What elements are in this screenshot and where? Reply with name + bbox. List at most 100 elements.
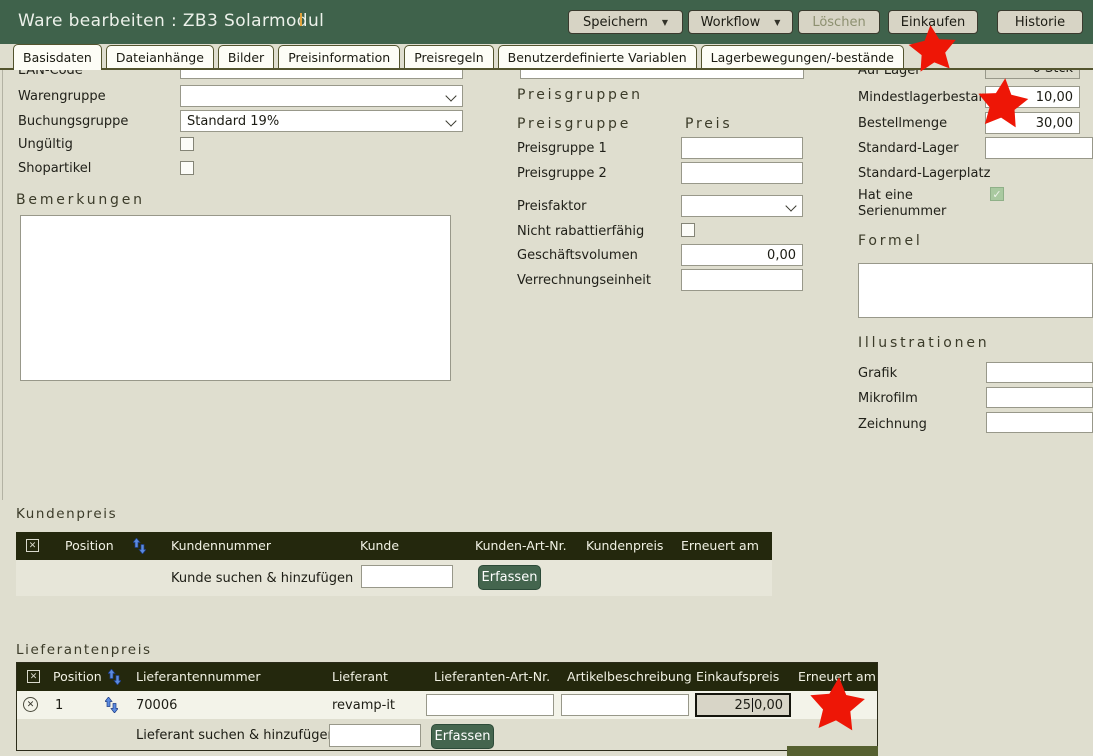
hat-serienummer-label-line2: Serienummer [858,204,946,219]
tab-preisinformation[interactable]: Preisinformation [278,45,400,68]
lieferantenpreis-col-position: Position [53,669,102,684]
workflow-button[interactable]: Workflow ▼ [688,10,793,34]
preisgruppe1-label: Preisgruppe 1 [517,141,607,156]
shopartikel-label: Shopartikel [18,161,91,176]
einkaufen-button-label: Einkaufen [901,15,965,30]
preisgruppe2-input[interactable] [681,162,803,184]
nicht-rabattierfaehig-label: Nicht rabattierfähig [517,224,644,239]
kundenpreis-col-kundennummer: Kundennummer [171,538,271,553]
hat-serienummer-checkbox[interactable] [990,187,1004,201]
cutoff-table-fragment [787,746,878,756]
loeschen-button: Löschen [798,10,880,34]
formel-heading: Formel [858,233,923,249]
lieferant-suchen-input[interactable] [329,724,421,747]
speichern-button[interactable]: Speichern ▼ [568,10,683,34]
tab-bilder[interactable]: Bilder [218,45,274,68]
bestellmenge-label: Bestellmenge [858,116,947,131]
tab-lagerbewegungen[interactable]: Lagerbewegungen/-bestände [701,45,904,68]
tab-preisregeln[interactable]: Preisregeln [404,45,493,68]
speichern-button-label: Speichern [583,15,648,30]
preisgruppe2-label: Preisgruppe 2 [517,166,607,181]
bemerkungen-heading: Bemerkungen [16,192,145,208]
tab-dateianhaenge[interactable]: Dateianhänge [106,45,214,68]
buchungsgruppe-label: Buchungsgruppe [18,114,128,129]
dropdown-arrow-icon[interactable]: ▼ [774,18,780,27]
kundenpreis-col-kundenpreis: Kundenpreis [586,538,663,553]
lieferantenpreis-col-erneuert-am: Erneuert am [798,669,876,684]
loeschen-button-label: Löschen [812,15,865,30]
shopartikel-checkbox[interactable] [180,161,194,175]
chevron-down-icon [445,90,456,101]
kunde-suchen-label: Kunde suchen & hinzufügen [171,571,353,586]
bemerkungen-textarea[interactable] [20,215,451,381]
tab-strip: Basisdaten Dateianhänge Bilder Preisinfo… [0,44,1093,70]
lieferantenpreis-table-row: ✕ 1 70006 revamp-it 25 0,00 [17,691,877,719]
lieferantenpreis-col-lieferant: Lieferant [332,669,388,684]
lieferantenpreis-col-lieferantennummer: Lieferantennummer [136,669,260,684]
preisgruppe1-input[interactable] [681,137,803,159]
row-lieferantennummer: 70006 [136,698,177,713]
text-cursor [752,698,753,712]
chevron-down-icon [445,115,456,126]
dropdown-arrow-icon[interactable]: ▼ [662,18,668,27]
tab-basisdaten[interactable]: Basisdaten [13,44,102,70]
sort-arrows-icon[interactable] [108,669,121,685]
row-lieferanten-art-nr-input[interactable] [426,694,554,716]
grafik-label: Grafik [858,366,897,381]
sort-arrows-icon[interactable] [105,697,118,713]
delete-row-icon[interactable]: ✕ [23,697,38,712]
page-title: Ware bearbeiten : ZB3 Solarmodul [18,11,324,31]
historie-button[interactable]: Historie [997,10,1083,34]
row-position: 1 [55,698,63,713]
formel-textarea[interactable] [858,263,1093,318]
verrechnungseinheit-input[interactable] [681,269,803,291]
zeichnung-label: Zeichnung [858,417,927,432]
tab-benutzerdefinierte-variablen[interactable]: Benutzerdefinierte Variablen [498,45,697,68]
lieferantenpreis-table: ✕ Position Lieferantennummer Lieferant L… [16,662,878,751]
geschaeftsvolumen-label: Geschäftsvolumen [517,248,638,263]
buchungsgruppe-value: Standard 19% [187,114,279,129]
lieferantenpreis-heading: Lieferantenpreis [16,642,152,658]
delete-all-icon[interactable]: ✕ [26,539,39,552]
row-einkaufspreis-input[interactable]: 25 0,00 [695,693,791,717]
mikrofilm-input[interactable] [986,387,1093,408]
mindestlagerbestand-label: Mindestlagerbestand [858,90,995,105]
preisfaktor-select[interactable] [681,195,803,217]
hat-serienummer-label-line1: Hat eine [858,188,913,203]
nicht-rabattierfaehig-checkbox[interactable] [681,223,695,237]
kundenpreis-col-kunde: Kunde [360,538,399,553]
ungueltig-label: Ungültig [18,137,73,152]
kundenpreis-col-erneuert-am: Erneuert am [681,538,759,553]
zeichnung-input[interactable] [986,412,1093,433]
grafik-input[interactable] [986,362,1093,383]
ungueltig-checkbox[interactable] [180,137,194,151]
historie-button-label: Historie [1015,15,1065,30]
preisgruppe-column-header: Preisgruppe [517,116,631,132]
sort-arrows-icon[interactable] [133,538,146,554]
kunde-suchen-input[interactable] [361,565,453,588]
mikrofilm-label: Mikrofilm [858,391,918,406]
einkaufen-button[interactable]: Einkaufen [888,10,978,34]
geschaeftsvolumen-input[interactable]: 0,00 [681,244,803,266]
warengruppe-select[interactable] [180,85,463,107]
kundenpreis-table-header: ✕ Position Kundennummer Kunde Kunden-Art… [16,532,772,560]
row-artikelbeschreibung-input[interactable] [561,694,689,716]
einkaufspreis-text-before-caret: 25 [735,698,752,713]
mindestlagerbestand-input[interactable]: 10,00 [985,86,1080,108]
lieferant-erfassen-button[interactable]: Erfassen [431,724,494,749]
row-lieferant: revamp-it [332,698,395,713]
einkaufspreis-text-after-caret: 0,00 [754,698,783,713]
lieferantenpreis-search-row: Lieferant suchen & hinzufügen Erfassen [17,719,877,750]
preis-column-header: Preis [685,116,732,132]
title-bar: Ware bearbeiten : ZB3 Solarmodul Speiche… [0,0,1093,44]
kunde-erfassen-button[interactable]: Erfassen [478,565,541,590]
delete-all-icon[interactable]: ✕ [27,670,40,683]
buchungsgruppe-select[interactable]: Standard 19% [180,110,463,132]
kundenpreis-col-kunden-art-nr: Kunden-Art-Nr. [475,538,567,553]
standard-lager-input[interactable] [985,137,1093,159]
lieferantenpreis-col-einkaufspreis: Einkaufspreis [696,669,779,684]
warengruppe-label: Warengruppe [18,89,106,104]
bestellmenge-input[interactable]: 30,00 [985,112,1080,134]
verrechnungseinheit-label: Verrechnungseinheit [517,273,651,288]
standard-lager-label: Standard-Lager [858,141,959,156]
